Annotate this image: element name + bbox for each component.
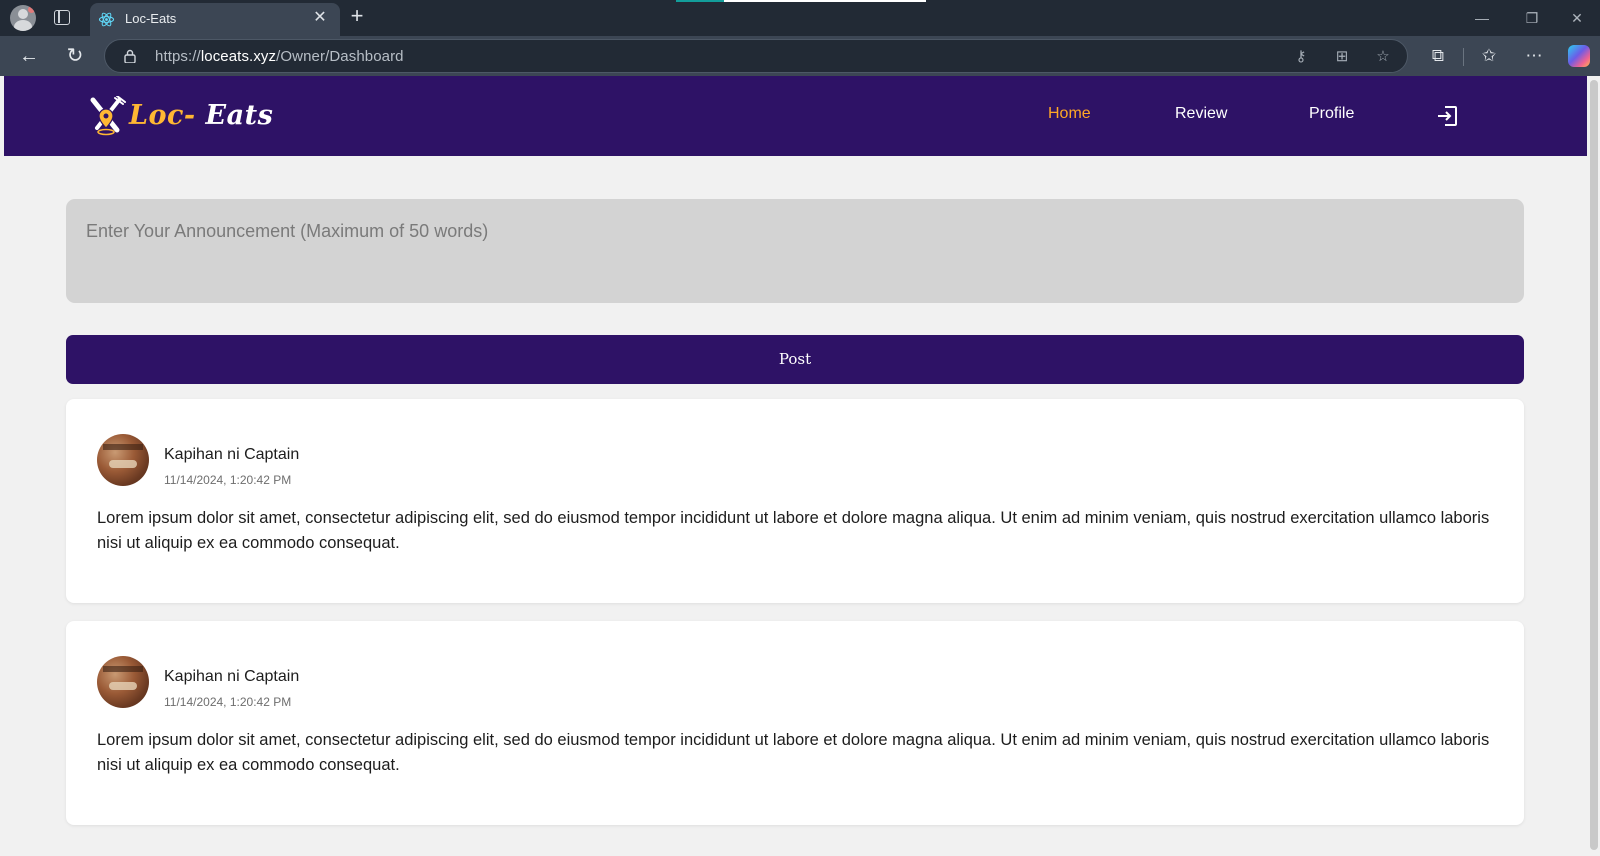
post-timestamp: 11/14/2024, 1:20:42 PM xyxy=(164,695,292,709)
url-host: loceats.xyz xyxy=(200,48,277,65)
plus-icon[interactable]: + xyxy=(345,5,369,29)
logo-text: Loc- Eats xyxy=(129,100,273,131)
tabs-icon[interactable] xyxy=(54,10,70,25)
more-icon[interactable]: ⋯ xyxy=(1521,43,1547,69)
announcement-input[interactable]: Enter Your Announcement (Maximum of 50 w… xyxy=(66,199,1524,303)
app-icon[interactable]: ⊞ xyxy=(1331,46,1353,68)
browser-toolbar: ← ↻ https://loceats.xyz/Owner/Dashboard … xyxy=(0,36,1600,76)
toolbar-separator xyxy=(1463,48,1464,66)
post-body: Lorem ipsum dolor sit amet, consectetur … xyxy=(97,509,1490,552)
author-name: Kapihan ni Captain xyxy=(164,446,300,463)
app-logo[interactable]: Loc- Eats xyxy=(87,96,273,138)
announcement-card: Kapihan ni Captain 11/14/2024, 1:20:42 P… xyxy=(66,399,1524,603)
logout-icon[interactable] xyxy=(1435,104,1459,128)
browser-tab[interactable]: Loc-Eats ✕ xyxy=(90,3,340,36)
extensions-icon[interactable]: ⧉ xyxy=(1425,43,1451,69)
post-body: Lorem ipsum dolor sit amet, consectetur … xyxy=(97,731,1490,774)
avatar xyxy=(97,656,149,708)
logo-text-loc: Loc- xyxy=(129,100,196,131)
nav-review[interactable]: Review xyxy=(1175,105,1227,123)
tab-title: Loc-Eats xyxy=(125,11,177,26)
nav-home[interactable]: Home xyxy=(1048,105,1091,123)
scrollbar-thumb[interactable] xyxy=(1590,80,1598,850)
star-icon[interactable]: ☆ xyxy=(1372,46,1394,68)
minimize-icon[interactable]: — xyxy=(1462,6,1502,30)
nav-profile[interactable]: Profile xyxy=(1309,105,1354,123)
url-protocol: https:// xyxy=(155,48,201,65)
favorites-icon[interactable]: ✩ xyxy=(1476,43,1502,69)
url-path: /Owner/Dashboard xyxy=(276,48,404,65)
profile-icon[interactable] xyxy=(10,5,36,31)
back-icon[interactable]: ← xyxy=(16,43,42,69)
notification-dot xyxy=(28,6,35,13)
close-icon[interactable]: ✕ xyxy=(310,8,330,28)
lock-icon xyxy=(124,49,136,63)
reload-icon[interactable]: ↻ xyxy=(62,43,88,69)
app-navbar: Loc- Eats Home Review Profile xyxy=(4,76,1587,156)
post-timestamp: 11/14/2024, 1:20:42 PM xyxy=(164,473,292,487)
address-bar[interactable]: https://loceats.xyz/Owner/Dashboard ⚷ ⊞ … xyxy=(104,39,1408,73)
browser-titlebar: Loc-Eats ✕ + — ❐ ✕ xyxy=(0,0,1600,36)
titlebar-accent-line xyxy=(676,0,724,2)
announcement-card: Kapihan ni Captain 11/14/2024, 1:20:42 P… xyxy=(66,621,1524,825)
author-name: Kapihan ni Captain xyxy=(164,668,300,685)
react-favicon xyxy=(98,12,115,27)
url-text: https://loceats.xyz/Owner/Dashboard xyxy=(155,48,404,65)
logo-text-eats: Eats xyxy=(195,100,274,131)
page-scrollbar[interactable] xyxy=(1587,76,1600,856)
titlebar-accent-line-2 xyxy=(724,0,926,2)
maximize-icon[interactable]: ❐ xyxy=(1512,6,1552,30)
fork-knife-pin-icon xyxy=(90,96,126,136)
page-viewport: Loc- Eats Home Review Profile Enter Your… xyxy=(4,76,1587,856)
copilot-icon[interactable] xyxy=(1568,45,1590,67)
post-button[interactable]: Post xyxy=(66,335,1524,384)
key-icon[interactable]: ⚷ xyxy=(1290,46,1312,68)
window-close-icon[interactable]: ✕ xyxy=(1557,6,1597,30)
avatar xyxy=(97,434,149,486)
